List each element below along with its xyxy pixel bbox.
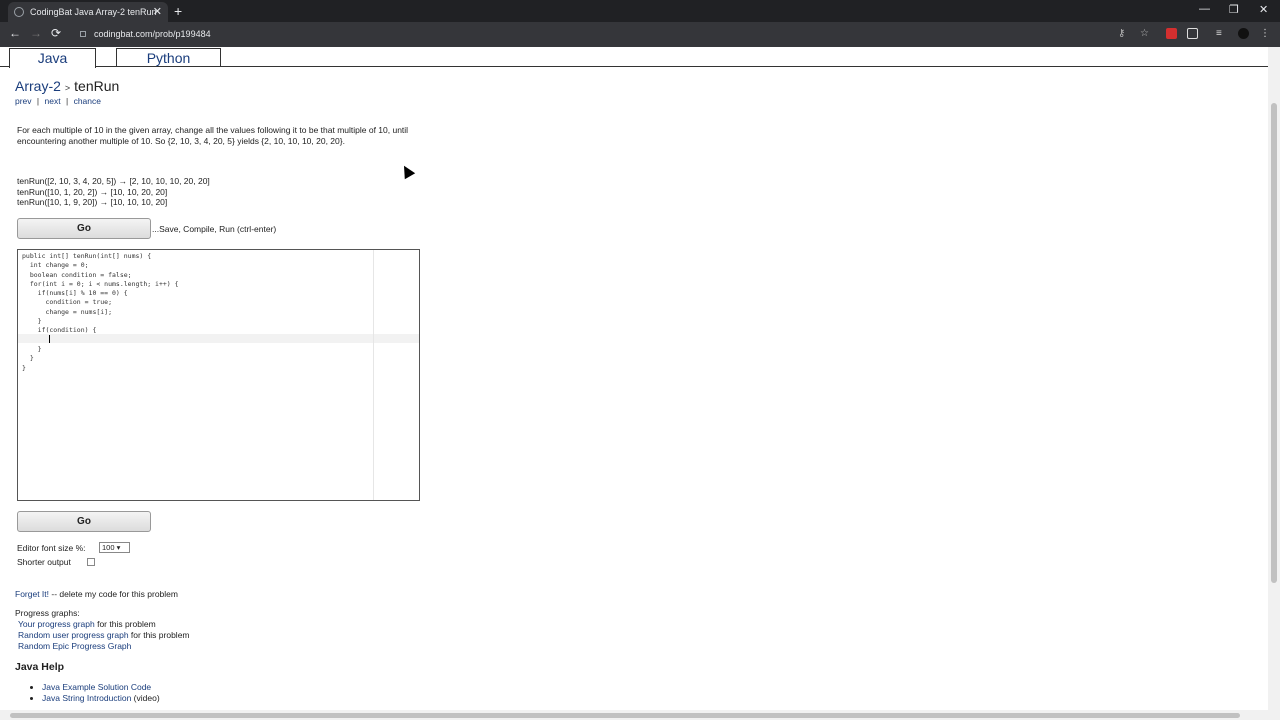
font-size-select[interactable]: 100 ▾	[99, 542, 130, 553]
list-item: Java Example Solution Code	[42, 682, 160, 693]
breadcrumb: Array-2 > tenRun	[15, 78, 119, 94]
minimize-button[interactable]: —	[1199, 3, 1210, 15]
examples: tenRun([2, 10, 3, 4, 20, 5]) → [2, 10, 1…	[17, 176, 210, 208]
chance-link[interactable]: chance	[74, 96, 101, 106]
back-button[interactable]: ←	[9, 26, 21, 40]
tab-python[interactable]: Python	[116, 48, 221, 67]
key-icon[interactable]: ⚷	[1118, 28, 1129, 39]
scrollbar-thumb[interactable]	[10, 713, 1240, 718]
print-margin	[373, 250, 374, 500]
forget-text: -- delete my code for this problem	[49, 589, 178, 599]
playlist-icon[interactable]: ≡	[1216, 28, 1227, 39]
adblock-icon[interactable]	[1166, 28, 1177, 39]
tab-close-icon[interactable]: ✕	[153, 2, 162, 22]
extension-icon[interactable]	[1187, 28, 1198, 39]
browser-titlebar: CodingBat Java Array-2 tenRun ✕ + — ❐ ✕	[0, 0, 1280, 22]
problem-subnav: prev | next | chance	[15, 96, 101, 106]
progress-row: Random Epic Progress Graph	[18, 641, 131, 651]
subnav-divider: |	[36, 96, 40, 106]
go-hint: ...Save, Compile, Run (ctrl-enter)	[152, 224, 277, 234]
go-button-top[interactable]: Go	[17, 218, 151, 239]
progress-row-text: for this problem	[94, 619, 156, 629]
list-item: Java String Introduction (video)	[42, 693, 160, 704]
random-epic-progress-link[interactable]: Random Epic Progress Graph	[18, 641, 131, 651]
forward-button[interactable]: →	[30, 26, 42, 40]
forget-link[interactable]: Forget It!	[15, 589, 49, 599]
problem-description: For each multiple of 10 in the given arr…	[17, 125, 409, 146]
new-tab-button[interactable]: +	[174, 2, 182, 20]
random-user-progress-link[interactable]: Random user progress graph	[18, 630, 129, 640]
favicon-icon	[14, 7, 24, 17]
next-link[interactable]: next	[45, 96, 61, 106]
page-title: tenRun	[74, 78, 120, 94]
tab-java[interactable]: Java	[9, 48, 96, 68]
your-progress-link[interactable]: Your progress graph	[18, 619, 95, 629]
example-line: tenRun([2, 10, 3, 4, 20, 5]) → [2, 10, 1…	[17, 176, 210, 186]
language-tabs: Java Python	[0, 47, 1268, 68]
subnav-divider: |	[65, 96, 69, 106]
java-string-intro-link[interactable]: Java String Introduction	[42, 693, 131, 703]
progress-row: Random user progress graph for this prob…	[18, 630, 190, 640]
breadcrumb-section-link[interactable]: Array-2	[15, 78, 61, 94]
font-size-label: Editor font size %:	[17, 543, 86, 553]
browser-toolbar: ← → ⟳ codingbat.com/prob/p199484 ⚷ ☆ ≡ ⋮	[0, 22, 1280, 47]
close-window-button[interactable]: ✕	[1259, 3, 1268, 16]
star-icon[interactable]: ☆	[1140, 28, 1151, 39]
prev-link[interactable]: prev	[15, 96, 32, 106]
lock-icon	[80, 31, 86, 37]
scrollbar-thumb[interactable]	[1271, 103, 1277, 583]
code-text[interactable]: public int[] tenRun(int[] nums) { int ch…	[22, 252, 179, 373]
restore-button[interactable]: ❐	[1229, 3, 1239, 16]
progress-row-text: for this problem	[128, 630, 190, 640]
reload-button[interactable]: ⟳	[51, 26, 61, 40]
forget-row: Forget It! -- delete my code for this pr…	[15, 589, 178, 599]
menu-icon[interactable]: ⋮	[1260, 28, 1271, 39]
url-text: codingbat.com/prob/p199484	[94, 29, 211, 39]
java-help-heading: Java Help	[15, 661, 65, 673]
progress-heading: Progress graphs:	[15, 608, 80, 618]
shorter-output-label: Shorter output	[17, 557, 71, 567]
profile-icon[interactable]	[1238, 28, 1249, 39]
code-editor[interactable]: public int[] tenRun(int[] nums) { int ch…	[17, 249, 420, 501]
go-button-bottom[interactable]: Go	[17, 511, 151, 532]
address-bar[interactable]: codingbat.com/prob/p199484	[80, 25, 1100, 44]
breadcrumb-separator: >	[64, 83, 71, 93]
page-content: Java Python Array-2 > tenRun prev | next |…	[0, 47, 1268, 710]
vertical-scrollbar[interactable]	[1268, 47, 1280, 710]
java-example-link[interactable]: Java Example Solution Code	[42, 682, 151, 692]
example-line: tenRun([10, 1, 20, 2]) → [10, 10, 20, 20…	[17, 186, 168, 197]
example-line: tenRun([10, 1, 9, 20]) → [10, 10, 10, 20…	[17, 197, 168, 207]
progress-row: Your progress graph for this problem	[18, 619, 156, 629]
tab-title: CodingBat Java Array-2 tenRun	[30, 7, 157, 17]
horizontal-scrollbar[interactable]	[0, 710, 1280, 720]
text-caret	[49, 335, 50, 343]
shorter-output-checkbox[interactable]	[87, 558, 95, 566]
java-help-list: Java Example Solution Code Java String I…	[30, 682, 160, 704]
browser-tab[interactable]: CodingBat Java Array-2 tenRun ✕	[8, 2, 168, 22]
list-item-text: (video)	[131, 693, 160, 703]
